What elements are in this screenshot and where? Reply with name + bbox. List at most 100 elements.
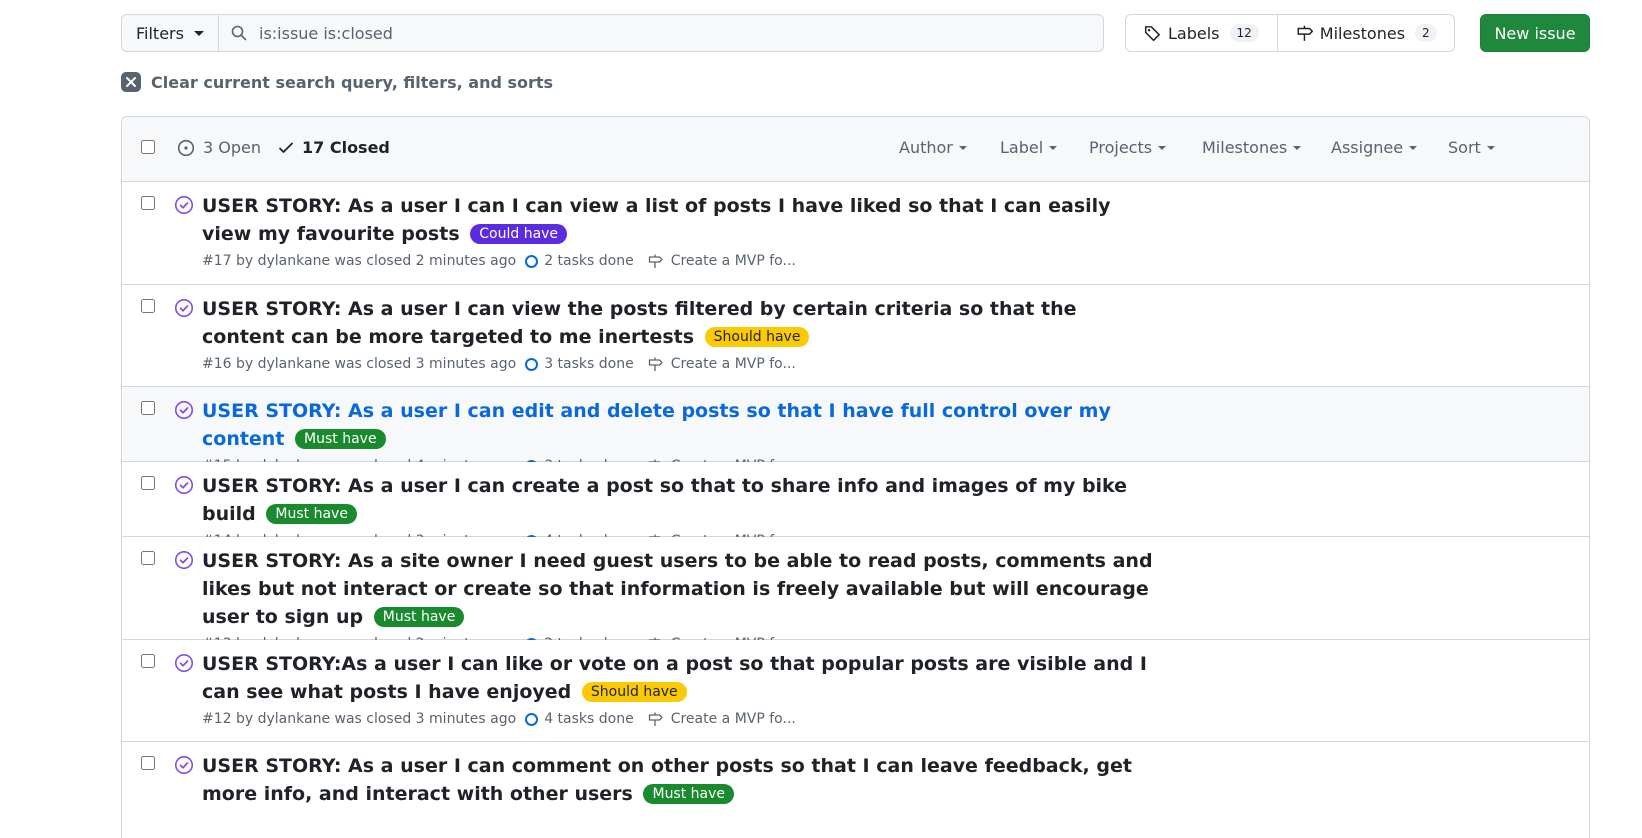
issue-select-checkbox[interactable] bbox=[141, 299, 155, 313]
milestone-icon bbox=[648, 357, 663, 371]
issue-closed-icon bbox=[174, 755, 194, 775]
chevron-down-icon bbox=[1158, 145, 1167, 150]
milestones-count-badge: 2 bbox=[1415, 24, 1437, 42]
issue-milestone-link[interactable]: Create a MVP fo... bbox=[647, 711, 796, 727]
issue-select-checkbox[interactable] bbox=[141, 476, 155, 490]
labels-label: Labels bbox=[1168, 23, 1220, 43]
closed-issues-tab[interactable]: 17 Closed bbox=[278, 138, 390, 157]
milestone-icon bbox=[648, 712, 663, 726]
issue-title-container: USER STORY: As a user I can comment on o… bbox=[202, 752, 1162, 808]
issue-title-container: USER STORY:As a user I can like or vote … bbox=[202, 650, 1162, 706]
milestones-filter-dropdown[interactable]: Milestones bbox=[1202, 138, 1302, 157]
milestone-icon bbox=[648, 254, 663, 268]
issue-milestone-link[interactable]: Create a MVP fo... bbox=[647, 356, 796, 372]
issue-label-badge[interactable]: Must have bbox=[373, 607, 465, 627]
issue-body: USER STORY: As a user I can I can view a… bbox=[202, 192, 1162, 269]
tasks-text: 4 tasks done bbox=[544, 711, 634, 727]
chevron-down-icon bbox=[958, 145, 967, 150]
issue-body: USER STORY:As a user I can like or vote … bbox=[202, 650, 1162, 727]
select-all-checkbox[interactable] bbox=[141, 140, 155, 154]
labels-button[interactable]: Labels 12 bbox=[1126, 15, 1277, 51]
milestone-text: Create a MVP fo... bbox=[670, 711, 796, 727]
issue-closed-icon bbox=[174, 550, 194, 570]
search-input[interactable] bbox=[259, 23, 959, 43]
search-field-wrapper bbox=[219, 14, 1104, 52]
chevron-down-icon bbox=[1049, 145, 1058, 150]
milestones-label: Milestones bbox=[1319, 23, 1406, 43]
issue-row[interactable]: USER STORY: As a site owner I need guest… bbox=[122, 537, 1589, 652]
issue-label-badge[interactable]: Must have bbox=[643, 784, 735, 804]
chevron-down-icon bbox=[1293, 145, 1302, 150]
issue-closed-icon bbox=[174, 475, 194, 495]
label-filter-label: Label bbox=[1000, 138, 1044, 157]
sort-label: Sort bbox=[1448, 138, 1481, 157]
issue-title-link[interactable]: USER STORY: As a user I can I can view a… bbox=[202, 195, 1111, 245]
issue-meta: #16 by dylankane was closed 3 minutes ag… bbox=[202, 356, 1162, 372]
issue-closed-icon bbox=[174, 653, 194, 673]
projects-filter-dropdown[interactable]: Projects bbox=[1089, 138, 1167, 157]
issue-row[interactable]: USER STORY:As a user I can like or vote … bbox=[122, 640, 1589, 742]
issue-select-checkbox[interactable] bbox=[141, 551, 155, 565]
issue-select-checkbox[interactable] bbox=[141, 401, 155, 415]
search-icon bbox=[231, 25, 247, 41]
progress-ring-icon bbox=[525, 254, 539, 268]
tasks-progress[interactable]: 3 tasks done bbox=[525, 356, 634, 372]
issue-body: USER STORY: As a site owner I need guest… bbox=[202, 547, 1162, 652]
issue-meta-text: #17 by dylankane was closed 2 minutes ag… bbox=[202, 253, 517, 269]
issue-title-link[interactable]: USER STORY: As a user I can view the pos… bbox=[202, 298, 1077, 348]
issue-select-checkbox[interactable] bbox=[141, 196, 155, 210]
sort-dropdown[interactable]: Sort bbox=[1448, 138, 1495, 157]
issue-row[interactable]: USER STORY: As a user I can create a pos… bbox=[122, 462, 1589, 549]
issue-label-badge[interactable]: Must have bbox=[266, 504, 357, 524]
issue-title-link[interactable]: USER STORY: As a site owner I need guest… bbox=[202, 550, 1153, 628]
author-filter-dropdown[interactable]: Author bbox=[899, 138, 967, 157]
issue-select-checkbox[interactable] bbox=[141, 756, 155, 770]
milestone-icon bbox=[1297, 25, 1313, 41]
issue-open-icon bbox=[177, 139, 195, 156]
issue-title-container: USER STORY: As a site owner I need guest… bbox=[202, 547, 1162, 631]
issue-row[interactable]: USER STORY: As a user I can view the pos… bbox=[122, 285, 1589, 387]
progress-ring-icon bbox=[525, 712, 539, 726]
chevron-down-icon bbox=[193, 30, 204, 36]
issue-row[interactable]: USER STORY: As a user I can I can view a… bbox=[122, 182, 1589, 285]
closed-issues-label: 17 Closed bbox=[302, 138, 390, 157]
tasks-progress[interactable]: 2 tasks done bbox=[525, 253, 634, 269]
filter-search-group: Filters bbox=[121, 14, 1104, 52]
issue-label-badge[interactable]: Should have bbox=[581, 682, 687, 702]
label-filter-dropdown[interactable]: Label bbox=[1000, 138, 1058, 157]
clear-query-link[interactable]: Clear current search query, filters, and… bbox=[121, 72, 553, 92]
issue-label-badge[interactable]: Could have bbox=[470, 224, 568, 244]
issue-label-badge[interactable]: Should have bbox=[704, 327, 810, 347]
chevron-down-icon bbox=[1409, 145, 1418, 150]
filters-label: Filters bbox=[136, 23, 184, 43]
filters-dropdown-button[interactable]: Filters bbox=[121, 14, 219, 52]
issue-meta: #17 by dylankane was closed 2 minutes ag… bbox=[202, 253, 1162, 269]
issues-toolbar: Filters Labels 12 Mileston bbox=[121, 14, 1590, 52]
issue-row[interactable]: USER STORY: As a user I can edit and del… bbox=[122, 387, 1589, 474]
issue-label-badge[interactable]: Must have bbox=[295, 429, 386, 449]
issue-meta: #12 by dylankane was closed 3 minutes ag… bbox=[202, 711, 1162, 727]
tasks-progress[interactable]: 4 tasks done bbox=[525, 711, 634, 727]
assignee-filter-label: Assignee bbox=[1331, 138, 1404, 157]
open-issues-tab[interactable]: 3 Open bbox=[177, 138, 261, 157]
check-icon bbox=[279, 142, 293, 153]
open-issues-label: 3 Open bbox=[203, 138, 261, 157]
issue-closed-icon bbox=[174, 298, 194, 318]
projects-filter-label: Projects bbox=[1089, 138, 1153, 157]
issue-title-container: USER STORY: As a user I can view the pos… bbox=[202, 295, 1162, 351]
issue-row[interactable]: USER STORY: As a user I can comment on o… bbox=[122, 742, 1589, 838]
milestones-filter-label: Milestones bbox=[1202, 138, 1288, 157]
issue-title-container: USER STORY: As a user I can I can view a… bbox=[202, 192, 1162, 248]
author-filter-label: Author bbox=[899, 138, 953, 157]
issue-closed-icon bbox=[174, 195, 194, 215]
labels-milestones-group: Labels 12 Milestones 2 bbox=[1125, 14, 1455, 52]
issue-milestone-link[interactable]: Create a MVP fo... bbox=[647, 253, 796, 269]
milestone-text: Create a MVP fo... bbox=[670, 253, 796, 269]
chevron-down-icon bbox=[1486, 145, 1495, 150]
assignee-filter-dropdown[interactable]: Assignee bbox=[1331, 138, 1418, 157]
milestones-button[interactable]: Milestones 2 bbox=[1276, 15, 1455, 51]
issue-body: USER STORY: As a user I can view the pos… bbox=[202, 295, 1162, 372]
issue-select-checkbox[interactable] bbox=[141, 654, 155, 668]
tasks-text: 3 tasks done bbox=[544, 356, 634, 372]
new-issue-button[interactable]: New issue bbox=[1480, 14, 1590, 52]
